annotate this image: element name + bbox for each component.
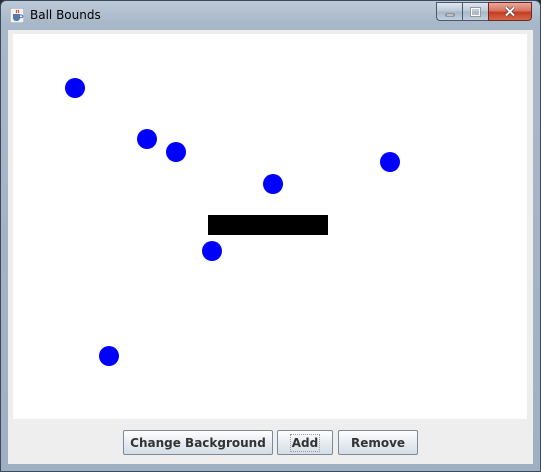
caption-buttons [436,2,532,22]
minimize-icon [445,2,455,21]
add-button[interactable]: Add [277,430,333,455]
ball-canvas[interactable] [13,34,527,419]
ball [263,174,283,194]
close-icon [504,2,516,21]
title-bar[interactable]: Ball Bounds [1,1,540,31]
ball [166,142,186,162]
change-background-label: Change Background [130,435,266,450]
ball [99,346,119,366]
paddle-bar [208,215,328,235]
ball [202,241,222,261]
remove-label: Remove [350,435,406,450]
button-panel: Change Background Add Remove [8,427,533,457]
change-background-button[interactable]: Change Background [123,430,273,455]
content-pane: Change Background Add Remove [8,30,533,464]
maximize-icon [470,2,481,21]
add-label: Add [289,433,321,452]
ball-bounds-window: Ball Bounds Change Background Add Remove [0,0,541,472]
java-cup-icon [9,7,25,24]
close-button[interactable] [488,2,532,21]
minimize-button[interactable] [436,2,462,21]
window-title: Ball Bounds [30,8,101,22]
ball [137,129,157,149]
remove-button[interactable]: Remove [338,430,418,455]
ball [65,78,85,98]
ball [380,152,400,172]
maximize-button[interactable] [462,2,488,21]
